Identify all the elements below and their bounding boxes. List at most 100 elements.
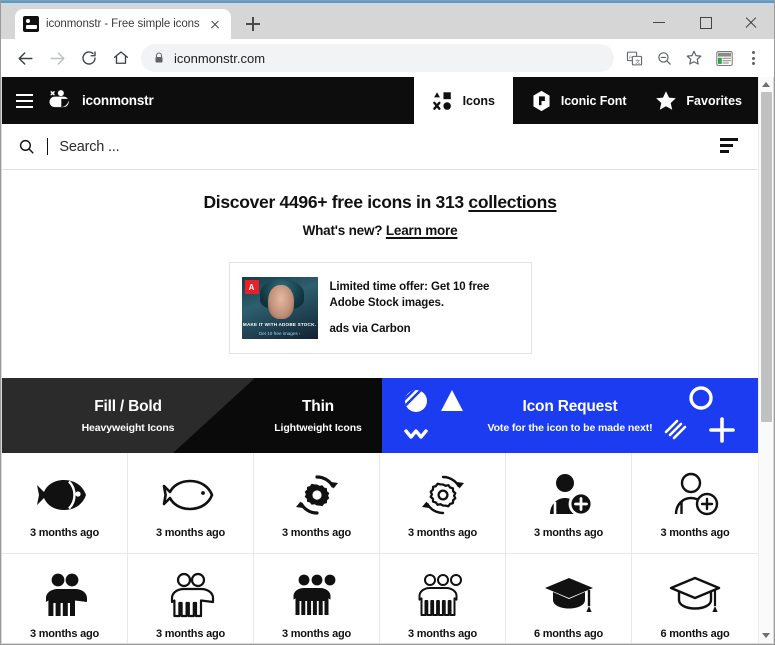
three-people-fill-icon — [290, 568, 344, 624]
icon-age: 3 months ago — [30, 628, 99, 640]
iconmonstr-logo-icon — [46, 87, 74, 115]
star-outline-icon[interactable] — [680, 44, 708, 72]
ad-image-caption-2: Get 10 free images › — [242, 331, 318, 336]
whats-new-line: What's new? Learn more — [2, 223, 758, 238]
hero-section: Discover 4496+ free icons in 313 collect… — [2, 170, 758, 238]
banner-fill-bold[interactable]: Fill / Bold Heavyweight Icons — [2, 378, 254, 453]
nav-tab-icons[interactable]: Icons — [414, 77, 513, 124]
search-input[interactable]: Search ... — [47, 138, 708, 155]
new-tab-button[interactable] — [243, 14, 263, 34]
iconmonstr-favicon — [23, 16, 39, 32]
home-icon[interactable] — [105, 42, 137, 74]
browser-toolbar: iconmonstr.com A文 — [1, 39, 774, 77]
scroll-up-icon[interactable] — [759, 77, 773, 92]
window-frame: iconmonstr - Free simple icons iconmonst… — [0, 0, 775, 645]
banner-thin-subtitle: Lightweight Icons — [274, 422, 362, 434]
search-placeholder: Search ... — [59, 139, 119, 155]
banner-fill-bold-title: Fill / Bold — [94, 398, 162, 416]
adobe-badge: A — [245, 280, 259, 294]
nav-tab-iconic-font[interactable]: Iconic Font — [513, 77, 645, 124]
icon-grid: 3 months ago 3 months ago — [2, 453, 758, 643]
ad-image-face — [268, 285, 294, 319]
icon-cell[interactable]: 3 months ago — [128, 554, 254, 643]
icon-cell[interactable]: 3 months ago — [2, 453, 128, 554]
tab-title: iconmonstr - Free simple icons — [46, 18, 200, 30]
icon-cell[interactable]: 3 months ago — [128, 453, 254, 554]
toolbar-icons: A文 — [620, 44, 766, 72]
icon-cell[interactable]: 6 months ago — [632, 554, 758, 643]
icon-age: 3 months ago — [282, 527, 351, 539]
kebab-menu-icon[interactable] — [740, 44, 766, 72]
user-add-fill-icon — [544, 467, 594, 523]
fish-fill-icon — [36, 467, 94, 523]
two-people-thin-icon — [166, 568, 216, 624]
icon-cell[interactable]: 3 months ago — [506, 453, 632, 554]
icon-age: 3 months ago — [282, 628, 351, 640]
close-icon[interactable] — [207, 16, 223, 32]
icon-age: 3 months ago — [660, 527, 729, 539]
banner-deco-right-icons — [656, 378, 748, 453]
banner-icon-request[interactable]: Icon Request Vote for the icon to be mad… — [382, 378, 758, 453]
icon-cell[interactable]: 3 months ago — [254, 453, 380, 554]
hero-prefix: Discover 4496+ free icons in 313 — [203, 192, 468, 212]
translate-icon[interactable]: A文 — [620, 44, 648, 72]
web-page: iconmonstr Icons Iconic Font — [2, 77, 758, 643]
banner-thin-title: Thin — [302, 398, 334, 416]
back-arrow-icon[interactable] — [9, 42, 41, 74]
hamburger-icon[interactable] — [2, 77, 46, 124]
nav-tab-iconic-font-label: Iconic Font — [561, 94, 627, 108]
star-filled-icon — [654, 89, 678, 113]
graduation-cap-thin-icon — [668, 568, 722, 624]
three-people-thin-icon — [416, 568, 470, 624]
favorites-link[interactable]: Favorites — [644, 77, 758, 124]
icon-cell[interactable]: 3 months ago — [632, 453, 758, 554]
zoom-out-icon[interactable] — [650, 44, 678, 72]
browser-window: iconmonstr - Free simple icons iconmonst… — [0, 0, 775, 645]
address-bar[interactable]: iconmonstr.com — [141, 44, 614, 72]
hexagon-flag-icon — [531, 90, 552, 112]
whats-new-text: What's new? — [303, 223, 386, 238]
minimize-button[interactable] — [636, 5, 682, 39]
user-add-thin-icon — [670, 467, 720, 523]
icon-age: 6 months ago — [660, 628, 729, 640]
maximize-button[interactable] — [682, 5, 728, 39]
tab-strip: iconmonstr - Free simple icons — [1, 3, 774, 39]
ad-image: A MAKE IT WITH ADOBE STOCK. Get 10 free … — [242, 277, 318, 339]
search-icon[interactable] — [18, 138, 35, 155]
ad-card[interactable]: A MAKE IT WITH ADOBE STOCK. Get 10 free … — [229, 262, 532, 354]
page-scrollbar[interactable] — [758, 77, 773, 643]
browser-tab[interactable]: iconmonstr - Free simple icons — [15, 9, 231, 39]
icon-cell[interactable]: 6 months ago — [506, 554, 632, 643]
page-viewport: iconmonstr Icons Iconic Font — [2, 77, 773, 643]
scrollbar-thumb[interactable] — [761, 92, 772, 422]
reload-icon[interactable] — [73, 42, 105, 74]
graduation-cap-fill-icon — [542, 568, 596, 624]
banner-icon-request-subtitle: Vote for the icon to be made next! — [487, 422, 652, 434]
brand-name: iconmonstr — [82, 93, 154, 108]
favorites-label: Favorites — [686, 94, 742, 108]
site-header: iconmonstr Icons Iconic Font — [2, 77, 758, 124]
icon-cell[interactable]: 3 months ago — [2, 554, 128, 643]
icon-age: 3 months ago — [156, 527, 225, 539]
ad-source[interactable]: ads via Carbon — [330, 323, 519, 335]
category-banners: Fill / Bold Heavyweight Icons Thin Light… — [2, 378, 758, 453]
brand-logo[interactable]: iconmonstr — [46, 77, 170, 124]
icon-age: 3 months ago — [156, 628, 225, 640]
collections-link[interactable]: collections — [468, 192, 556, 212]
icon-cell[interactable]: 3 months ago — [254, 554, 380, 643]
shapes-grid-icon — [432, 90, 454, 112]
scroll-down-icon[interactable] — [759, 628, 773, 643]
icon-cell[interactable]: 3 months ago — [380, 554, 506, 643]
icon-cell[interactable]: 3 months ago — [380, 453, 506, 554]
window-close-button[interactable] — [728, 5, 774, 39]
url-text: iconmonstr.com — [174, 51, 265, 66]
page-title: Discover 4496+ free icons in 313 collect… — [2, 192, 758, 213]
learn-more-link[interactable]: Learn more — [386, 223, 458, 238]
sort-filter-icon[interactable] — [720, 138, 742, 156]
ad-text: Limited time offer: Get 10 free Adobe St… — [330, 277, 519, 335]
icon-age: 3 months ago — [408, 628, 477, 640]
forward-arrow-icon[interactable] — [41, 42, 73, 74]
search-bar: Search ... — [2, 124, 758, 170]
banner-thin[interactable]: Thin Lightweight Icons — [254, 378, 382, 453]
extension-icon[interactable] — [710, 44, 738, 72]
